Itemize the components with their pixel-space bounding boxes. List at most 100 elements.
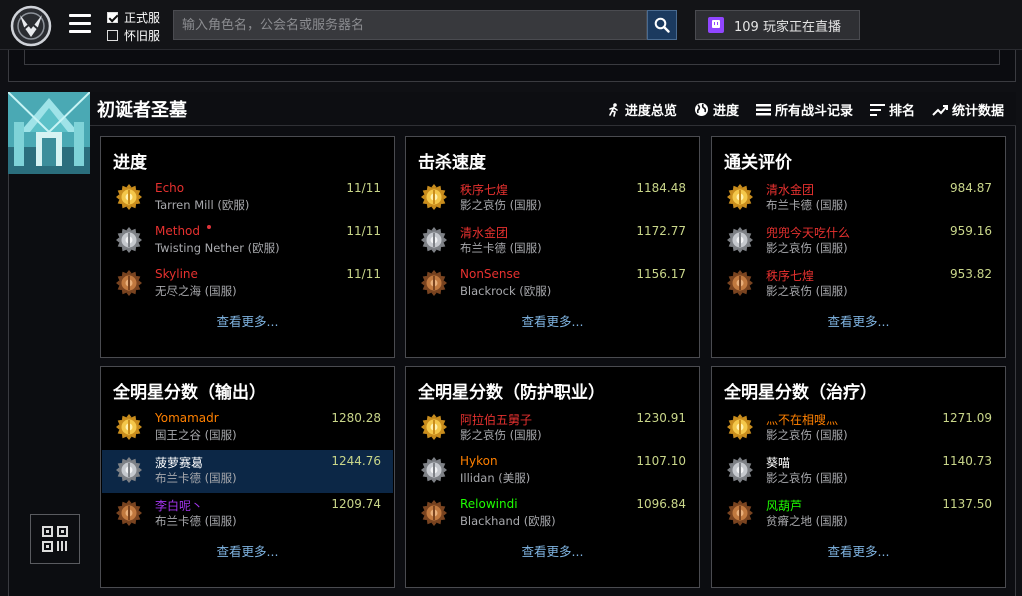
ranking-entry[interactable]: Echo Tarren Mill (欧服) 11/11 [102,177,393,220]
panel-title: 进度 [113,153,147,173]
top-bar: 正式服 怀旧服 109 玩家正在直播 [0,0,1022,50]
ranking-entry[interactable]: 灬不在相嗖灬 影之哀伤 (国服) 1271.09 [713,407,1004,450]
entry-server: 贫瘠之地 (国服) [766,514,848,528]
entry-name[interactable]: 菠萝赛葛 [155,454,203,471]
entry-value: 1140.73 [942,454,992,468]
entry-server: 布兰卡德 (国服) [766,198,848,212]
ranking-entry[interactable]: Hykon Illidan (美服) 1107.10 [407,450,698,493]
entry-name[interactable]: 阿拉伯五舅子 [460,411,532,428]
entry-name[interactable]: 清水金团 [766,181,814,198]
entry-value: 1137.50 [942,497,992,511]
search-button[interactable] [647,10,677,40]
globe-icon [694,103,708,116]
twitch-live-count: 109 玩家正在直播 [734,19,841,35]
entry-name[interactable]: NonSense [460,267,520,281]
gold-medal-icon [421,184,447,210]
checkbox-classic[interactable] [107,29,118,41]
gold-medal-icon [116,414,142,440]
search-input[interactable] [173,10,647,40]
view-more-link[interactable]: 查看更多... [101,541,394,560]
entry-server: Tarren Mill (欧服) [155,198,250,212]
ranking-entry[interactable]: 阿拉伯五舅子 影之哀伤 (国服) 1230.91 [407,407,698,450]
nav-all-fights[interactable]: 所有战斗记录 [755,100,853,119]
entry-value: 1209.74 [331,497,381,511]
ranking-entry[interactable]: NonSense Blackrock (欧服) 1156.17 [407,263,698,306]
ranking-icon [869,103,885,116]
ranking-entry[interactable]: 兜兜今天吃什么 影之哀伤 (国服) 959.16 [713,220,1004,263]
entry-name[interactable]: 灬不在相嗖灬 [766,411,838,428]
ranking-entry[interactable]: 秩序七煌 影之哀伤 (国服) 1184.48 [407,177,698,220]
entry-name[interactable]: 兜兜今天吃什么 [766,224,850,241]
view-more-link[interactable]: 查看更多... [712,311,1005,330]
view-more-link[interactable]: 查看更多... [406,311,699,330]
entry-server: Illidan (美服) [460,471,531,485]
entry-name[interactable]: 李白呢丶 [155,497,203,514]
entry-value: 953.82 [950,267,992,281]
menu-icon[interactable] [69,14,91,34]
entry-name[interactable]: Echo [155,181,184,195]
nav-statistics[interactable]: 统计数据 [932,100,1004,119]
entry-value: 959.16 [950,224,992,238]
ranking-entry[interactable]: Yomamadr 国王之谷 (国服) 1280.28 [102,407,393,450]
ranking-panel: 进度 Echo Tarren Mill (欧服) 11/11 Method Tw… [100,136,395,358]
bronze-medal-icon [421,270,447,296]
entry-server: 影之哀伤 (国服) [766,471,848,485]
nav-label: 所有战斗记录 [774,104,853,119]
bronze-medal-icon [421,500,447,526]
runner-icon [609,102,618,117]
twitch-live-button[interactable]: 109 玩家正在直播 [695,10,860,40]
list-icon [755,103,771,115]
entry-server: Blackrock (欧服) [460,284,552,298]
nav-rankings[interactable]: 排名 [869,100,915,119]
panel-title: 全明星分数（防护职业） [418,383,605,403]
server-label: 正式服 [124,10,161,25]
server-option-classic[interactable]: 怀旧服 [107,26,160,44]
checkbox-retail[interactable] [107,11,118,23]
entry-name[interactable]: Yomamadr [155,411,219,425]
entry-name[interactable]: 秩序七煌 [460,181,508,198]
nav-progress-overview[interactable]: 进度总览 [607,100,677,119]
entry-value: 1271.09 [942,411,992,425]
view-more-link[interactable]: 查看更多... [406,541,699,560]
nav-label: 排名 [888,104,915,119]
ranking-entry[interactable]: Relowindi Blackhand (欧服) 1096.84 [407,493,698,536]
entry-name[interactable]: 风葫芦 [766,497,802,514]
view-more-link[interactable]: 查看更多... [101,311,394,330]
ranking-entry[interactable]: 清水金团 布兰卡德 (国服) 1172.77 [407,220,698,263]
server-option-retail[interactable]: 正式服 [107,8,160,26]
ranking-entry[interactable]: Method Twisting Nether (欧服) 11/11 [102,220,393,263]
ranking-entry[interactable]: 菠萝赛葛 布兰卡德 (国服) 1244.76 [102,450,393,493]
entry-value: 1156.17 [636,267,686,281]
ranking-entry[interactable]: Skyline 无尽之海 (国服) 11/11 [102,263,393,306]
zone-nav: 进度总览 进度 所有战斗记录 排名 统计数据 [607,100,1004,119]
entry-name[interactable]: Hykon [460,454,498,468]
silver-medal-icon [421,457,447,483]
ranking-entry[interactable]: 秩序七煌 影之哀伤 (国服) 953.82 [713,263,1004,306]
view-more-link[interactable]: 查看更多... [712,541,1005,560]
zone-image [8,92,90,174]
panel-title: 击杀速度 [418,153,486,173]
ranking-entry[interactable]: 葵喵 影之哀伤 (国服) 1140.73 [713,450,1004,493]
ranking-panel: 全明星分数（输出） Yomamadr 国王之谷 (国服) 1280.28 菠萝赛… [100,366,395,588]
ranking-entry[interactable]: 风葫芦 贫瘠之地 (国服) 1137.50 [713,493,1004,536]
entry-name[interactable]: Method [155,224,200,238]
entry-value: 1244.76 [331,454,381,468]
gold-medal-icon [727,184,753,210]
zone-title: 初诞者圣墓 [97,100,187,121]
site-logo-icon[interactable] [10,5,52,47]
ranking-entry[interactable]: 清水金团 布兰卡德 (国服) 984.87 [713,177,1004,220]
twitch-icon [708,17,724,33]
qr-code-button[interactable] [30,514,80,564]
entry-value: 11/11 [346,181,381,195]
entry-name[interactable]: Relowindi [460,497,518,511]
server-toggle: 正式服 怀旧服 [107,8,160,44]
entry-name[interactable]: 葵喵 [766,454,790,471]
ranking-entry[interactable]: 李白呢丶 布兰卡德 (国服) 1209.74 [102,493,393,536]
panel-title: 全明星分数（治疗） [724,383,877,403]
nav-progress[interactable]: 进度 [694,100,739,119]
entry-name[interactable]: 清水金团 [460,224,508,241]
nav-label: 进度总览 [624,104,677,119]
entry-name[interactable]: Skyline [155,267,198,281]
entry-name[interactable]: 秩序七煌 [766,267,814,284]
bronze-medal-icon [727,500,753,526]
